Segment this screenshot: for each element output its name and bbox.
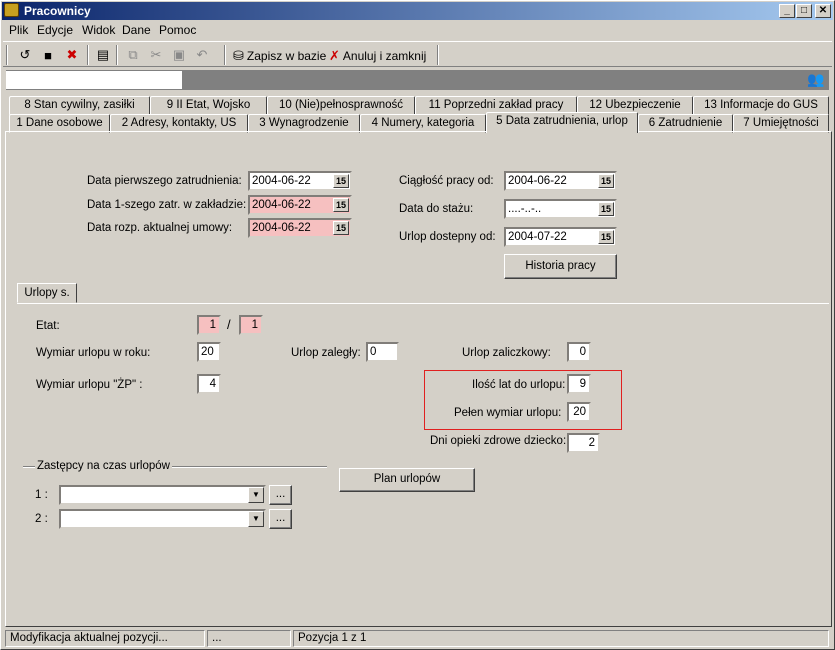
zp-label: Wymiar urlopu "ŻP" : bbox=[36, 379, 143, 391]
calendar-icon[interactable]: 15 bbox=[598, 174, 614, 188]
cancel-close-label: Anuluj i zamknij bbox=[342, 49, 427, 63]
zalegly-field[interactable]: 0 bbox=[366, 342, 399, 362]
data-pierwszego-label: Data pierwszego zatrudnienia: bbox=[87, 175, 242, 187]
zastepca-1-label: 1 : bbox=[35, 489, 48, 501]
back-icon[interactable]: ↶ bbox=[192, 45, 212, 65]
status-middle: ... bbox=[207, 630, 291, 647]
tab-data-zatrudnienia[interactable]: 5 Data zatrudnienia, urlop bbox=[486, 112, 638, 133]
save-icon[interactable]: ■ bbox=[38, 45, 58, 65]
close-button[interactable]: ✕ bbox=[815, 4, 831, 18]
menu-pomoc[interactable]: Pomoc bbox=[159, 23, 196, 37]
etat-den-field[interactable]: 1 bbox=[239, 315, 263, 335]
cut-icon[interactable]: ✂ bbox=[146, 45, 166, 65]
tab-informacje-gus[interactable]: 13 Informacje do GUS bbox=[693, 96, 829, 115]
save-to-db-label: Zapisz w bazie bbox=[246, 49, 327, 63]
etat-label: Etat: bbox=[36, 320, 60, 332]
tab-ii-etat[interactable]: 9 II Etat, Wojsko bbox=[150, 96, 267, 115]
data-rozp-label: Data rozp. aktualnej umowy: bbox=[87, 222, 233, 234]
zp-field[interactable]: 4 bbox=[197, 374, 221, 394]
etat-num-field[interactable]: 1 bbox=[197, 315, 221, 335]
data-rozp-value: 2004-06-22 bbox=[252, 222, 311, 234]
window-title: Pracownicy bbox=[24, 4, 91, 18]
menu-widok[interactable]: Widok bbox=[82, 23, 115, 37]
zastepca-1-browse-button[interactable]: ... bbox=[269, 485, 292, 505]
urlop-dost-field[interactable]: 2004-07-22 15 bbox=[504, 227, 617, 247]
plan-urlopow-button[interactable]: Plan urlopów bbox=[339, 468, 475, 492]
etat-separator: / bbox=[227, 317, 231, 332]
paste-icon[interactable]: ▣ bbox=[169, 45, 189, 65]
toolbar: ↺ ■ ✖ ▤ ⧉ ✂ ▣ ↶ ⛁ Zapisz w bazie ✗ Anuluj … bbox=[3, 41, 832, 67]
menu-plik[interactable]: Plik bbox=[9, 23, 28, 37]
cancel-close-button[interactable]: ✗ Anuluj i zamknij bbox=[329, 46, 426, 66]
urlop-dost-label: Urlop dostepny od: bbox=[399, 231, 496, 243]
app-icon bbox=[4, 3, 19, 17]
data-pierwszego-field[interactable]: 2004-06-22 15 bbox=[248, 171, 352, 191]
db-save-icon: ⛁ bbox=[233, 48, 244, 63]
ciaglosc-label: Ciągłość pracy od: bbox=[399, 175, 494, 187]
status-message: Modyfikacja aktualnej pozycji... bbox=[5, 630, 205, 647]
tab-niepelnosprawnosc[interactable]: 10 (Nie)pełnosprawność bbox=[267, 96, 415, 115]
delete-icon[interactable]: ✖ bbox=[62, 45, 82, 65]
calendar-icon[interactable]: 15 bbox=[598, 202, 614, 216]
wymiar-field[interactable]: 20 bbox=[197, 342, 221, 362]
zaliczkowy-field[interactable]: 0 bbox=[567, 342, 591, 362]
status-position: Pozycja 1 z 1 bbox=[293, 630, 829, 647]
zalegly-label: Urlop zaległy: bbox=[291, 347, 361, 359]
zastepca-1-select[interactable]: ▼ bbox=[59, 485, 266, 505]
maximize-button[interactable]: □ bbox=[796, 4, 812, 18]
data-1szego-value: 2004-06-22 bbox=[252, 199, 311, 211]
ciaglosc-field[interactable]: 2004-06-22 15 bbox=[504, 171, 617, 191]
main-window: Pracownicy _ □ ✕ Plik Edycje Widok Dane … bbox=[0, 0, 835, 650]
tab-urlopy[interactable]: Urlopy s. bbox=[17, 283, 77, 303]
data-1szego-field[interactable]: 2004-06-22 15 bbox=[248, 195, 352, 215]
data-1szego-label: Data 1-szego zatr. w zakładzie: bbox=[87, 199, 247, 211]
menu-bar: Plik Edycje Widok Dane Pomoc bbox=[3, 21, 832, 39]
calendar-icon[interactable]: 15 bbox=[333, 221, 349, 235]
historia-pracy-button[interactable]: Historia pracy bbox=[504, 254, 617, 279]
data-stazu-label: Data do stażu: bbox=[399, 203, 474, 215]
properties-icon[interactable]: ▤ bbox=[93, 45, 113, 65]
undo-icon[interactable]: ↺ bbox=[15, 45, 35, 65]
minimize-button[interactable]: _ bbox=[779, 4, 795, 18]
opieki-label: Dni opieki zdrowe dziecko: bbox=[430, 435, 567, 447]
urlopy-divider bbox=[17, 303, 829, 304]
wymiar-label: Wymiar urlopu w roku: bbox=[36, 347, 151, 359]
lat-field[interactable]: 9 bbox=[567, 374, 591, 394]
urlop-dost-value: 2004-07-22 bbox=[508, 231, 567, 243]
zastepca-2-label: 2 : bbox=[35, 513, 48, 525]
cancel-icon: ✗ bbox=[329, 48, 340, 63]
tab-stan-cywilny[interactable]: 8 Stan cywilny, zasiłki bbox=[9, 96, 150, 115]
chevron-down-icon[interactable]: ▼ bbox=[248, 511, 264, 527]
data-rozp-field[interactable]: 2004-06-22 15 bbox=[248, 218, 352, 238]
ciaglosc-value: 2004-06-22 bbox=[508, 175, 567, 187]
calendar-icon[interactable]: 15 bbox=[333, 198, 349, 212]
status-bar: Modyfikacja aktualnej pozycji... ... Poz… bbox=[3, 629, 832, 648]
data-pierwszego-value: 2004-06-22 bbox=[252, 175, 311, 187]
save-to-db-button[interactable]: ⛁ Zapisz w bazie bbox=[233, 46, 326, 66]
menu-dane[interactable]: Dane bbox=[122, 23, 151, 37]
title-bar: Pracownicy bbox=[2, 2, 833, 20]
data-stazu-value: ....-..-.. bbox=[508, 203, 542, 215]
chevron-down-icon[interactable]: ▼ bbox=[248, 487, 264, 503]
lat-label: Ilość lat do urlopu: bbox=[472, 379, 566, 391]
zastepcy-label: Zastępcy na czas urlopów bbox=[35, 460, 172, 472]
zastepca-2-browse-button[interactable]: ... bbox=[269, 509, 292, 529]
menu-edycje[interactable]: Edycje bbox=[37, 23, 73, 37]
data-stazu-field[interactable]: ....-..-.. 15 bbox=[504, 199, 617, 219]
users-icon: 👥 bbox=[807, 71, 825, 87]
copy-icon[interactable]: ⧉ bbox=[123, 45, 143, 65]
calendar-icon[interactable]: 15 bbox=[598, 230, 614, 244]
pelen-label: Pełen wymiar urlopu: bbox=[454, 407, 562, 419]
zastepca-2-select[interactable]: ▼ bbox=[59, 509, 266, 529]
pelen-field[interactable]: 20 bbox=[567, 402, 591, 422]
opieki-field[interactable]: 2 bbox=[567, 433, 600, 453]
calendar-icon[interactable]: 15 bbox=[333, 174, 349, 188]
info-field bbox=[6, 71, 182, 89]
zaliczkowy-label: Urlop zaliczkowy: bbox=[462, 347, 551, 359]
